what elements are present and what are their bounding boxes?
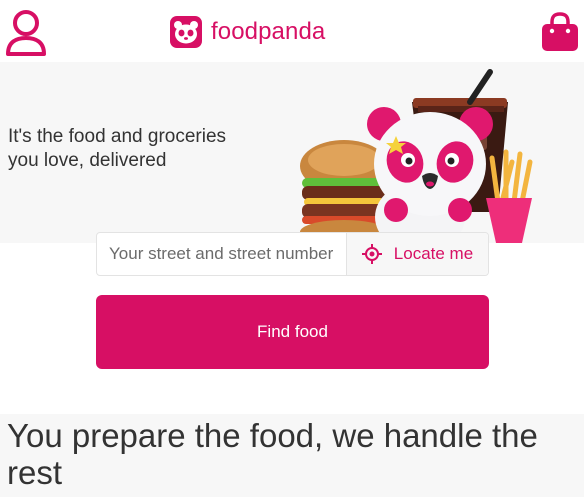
find-food-button[interactable]: Find food — [96, 295, 489, 369]
crosshair-icon — [361, 244, 382, 264]
shopping-bag-icon — [542, 12, 578, 51]
locate-me-button[interactable]: Locate me — [346, 233, 488, 275]
foodpanda-logo[interactable]: foodpanda — [170, 16, 325, 48]
panda-mascot-with-food-illustration — [300, 69, 533, 243]
top-header: foodpanda — [0, 0, 584, 62]
panda-logo-icon — [170, 16, 202, 48]
address-input[interactable] — [97, 233, 346, 275]
hero-tagline-line1: It's the food and groceries — [8, 126, 227, 147]
hero-section: It's the food and groceries you love, de… — [0, 62, 584, 243]
section-title: You prepare the food, we handle the rest — [7, 417, 538, 491]
user-icon — [6, 10, 46, 56]
locate-me-label: Locate me — [393, 244, 474, 263]
hero-tagline-line2: you love, delivered — [8, 150, 167, 171]
hero-tagline: It's the food and groceries you love, de… — [8, 125, 226, 173]
address-search-bar: Locate me — [96, 232, 489, 276]
logo-text: foodpanda — [211, 18, 326, 45]
cart-button[interactable] — [541, 12, 579, 52]
user-account-button[interactable] — [4, 8, 50, 58]
